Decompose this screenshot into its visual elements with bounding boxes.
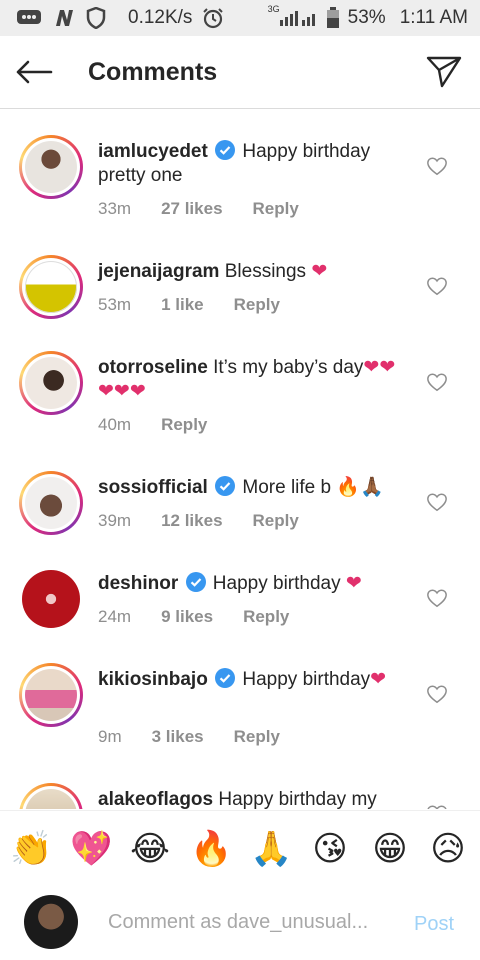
comment-time: 53m (98, 295, 132, 314)
like-heart-icon[interactable] (426, 803, 448, 809)
comment-time: 33m (98, 199, 132, 218)
like-heart-icon[interactable] (426, 683, 448, 705)
likes-count[interactable]: 1 like (161, 295, 204, 315)
comments-header: Comments (0, 36, 480, 109)
comment-emoji: 🔥🙏🏾 (336, 477, 384, 498)
verified-badge-icon (215, 476, 236, 496)
comment-meta: 39m 12 likes Reply (98, 511, 329, 531)
likes-count[interactable]: 9 likes (161, 607, 213, 627)
arrow-left-icon (16, 60, 53, 84)
comment-text: Happy birthday my (218, 789, 377, 809)
n-icon (52, 8, 76, 28)
alarm-icon (202, 7, 224, 29)
comment-username[interactable]: jejenaijagram (98, 261, 219, 282)
clapping-hands-emoji[interactable]: 👏 (10, 829, 52, 869)
verified-badge-icon (185, 572, 206, 592)
network-type: 3G (267, 4, 280, 14)
sparkling-heart-emoji[interactable]: 💖 (70, 829, 112, 869)
comment-username[interactable]: iamlucyedet (98, 141, 208, 162)
share-button[interactable] (424, 52, 464, 92)
verified-badge-icon (215, 668, 236, 688)
avatar[interactable] (19, 351, 83, 415)
like-heart-icon[interactable] (426, 155, 448, 177)
paper-plane-icon (426, 56, 462, 88)
folded-hands-emoji[interactable]: 🙏 (250, 829, 292, 869)
reply-button[interactable]: Reply (253, 511, 299, 531)
reply-button[interactable]: Reply (253, 199, 299, 219)
comment-text: It’s my baby’s day (213, 357, 364, 378)
like-heart-icon[interactable] (426, 275, 448, 297)
emoji-quick-bar: 👏 💖 😂 🔥 🙏 😘 😁 😥 (0, 810, 480, 886)
avatar[interactable] (19, 255, 83, 319)
comment-text: Happy birthday (212, 573, 341, 594)
message-icon (16, 8, 42, 28)
comment-meta: 24m 9 likes Reply (98, 607, 319, 627)
comment-text: More life b (242, 477, 332, 498)
comment-input[interactable]: Comment as dave_unusual... (108, 911, 378, 934)
comment-username[interactable]: kikiosinbajo (98, 669, 208, 690)
comment-username[interactable]: alakeoflagos (98, 789, 213, 809)
back-button[interactable] (14, 52, 54, 92)
kissing-emoji[interactable]: 😘 (310, 829, 350, 869)
comment-time: 24m (98, 607, 132, 626)
shield-icon (86, 7, 106, 29)
grinning-emoji[interactable]: 😁 (370, 829, 410, 869)
reply-button[interactable]: Reply (161, 415, 207, 435)
comment-meta: 33m 27 likes Reply (98, 199, 329, 219)
like-heart-icon[interactable] (426, 371, 448, 393)
page-title: Comments (88, 57, 218, 86)
comment-username[interactable]: sossiofficial (98, 477, 208, 498)
avatar[interactable] (22, 570, 80, 628)
avatar[interactable] (19, 783, 83, 809)
comment-composer: Comment as dave_unusual... Post (0, 885, 480, 960)
like-heart-icon[interactable] (426, 491, 448, 513)
post-button[interactable]: Post (414, 913, 454, 936)
comment-text: Happy birthday (242, 669, 371, 690)
avatar (24, 895, 78, 949)
comment-time: 40m (98, 415, 132, 434)
avatar[interactable] (19, 471, 83, 535)
reply-button[interactable]: Reply (234, 295, 280, 315)
likes-count[interactable]: 12 likes (161, 511, 222, 531)
comments-list[interactable]: iamlucyedet Happy birthday pretty one 33… (0, 109, 480, 809)
comment-meta: 9m 3 likes Reply (98, 727, 310, 747)
fire-emoji[interactable]: 🔥 (190, 829, 232, 869)
comment-time: 39m (98, 511, 132, 530)
likes-count[interactable]: 3 likes (152, 727, 204, 747)
avatar[interactable] (19, 135, 83, 199)
reply-button[interactable]: Reply (243, 607, 289, 627)
tears-of-joy-emoji[interactable]: 😂 (130, 829, 170, 869)
comment-text: Blessings (224, 261, 307, 282)
comment-meta: 53m 1 like Reply (98, 295, 310, 315)
avatar[interactable] (19, 663, 83, 727)
comment-emoji: ❤ (311, 261, 328, 282)
comment-time: 9m (98, 727, 122, 746)
battery-icon (326, 7, 340, 29)
comment-emoji: ❤ (370, 669, 387, 690)
network-speed: 0.12K/s (128, 7, 193, 28)
signal-icon: 3G (268, 4, 318, 28)
clock: 1:11 AM (399, 7, 468, 28)
sad-relieved-emoji[interactable]: 😥 (428, 829, 468, 869)
status-bar: 0.12K/s 3G 53% 1:11 AM (0, 0, 480, 36)
verified-badge-icon (215, 140, 236, 160)
likes-count[interactable]: 27 likes (161, 199, 222, 219)
comment-username[interactable]: otorroseline (98, 357, 208, 378)
comment-emoji: ❤ (345, 573, 362, 594)
comment-meta: 40m Reply (98, 415, 237, 435)
like-heart-icon[interactable] (426, 587, 448, 609)
reply-button[interactable]: Reply (234, 727, 280, 747)
battery-percent: 53% (347, 7, 386, 28)
comment-username[interactable]: deshinor (98, 573, 178, 594)
